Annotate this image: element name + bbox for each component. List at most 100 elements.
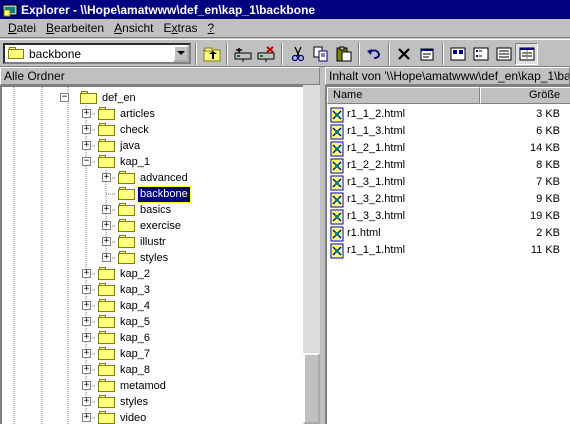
tree-item[interactable]: styles <box>118 395 150 410</box>
folder-icon <box>8 47 26 60</box>
tree-item[interactable]: basics <box>138 203 173 218</box>
file-list[interactable]: Name Größe r1_1_2.html 3 KB r1_1_3.html 6 K… <box>325 85 570 424</box>
expand-icon[interactable]: + <box>82 397 91 406</box>
tree-item[interactable]: articles <box>118 107 157 122</box>
undo-icon <box>366 49 380 59</box>
folder-tree[interactable]: − def_en + articles + check + java − kap_1 + advanc… <box>0 85 320 424</box>
menu-item[interactable]: Bearbeiten <box>41 20 109 37</box>
large-icons-button[interactable] <box>446 43 469 65</box>
folder-icon <box>80 91 98 104</box>
expand-icon[interactable]: + <box>82 269 91 278</box>
tree-item[interactable]: kap_4 <box>118 299 152 314</box>
disconnect-network-drive-button[interactable] <box>254 43 277 65</box>
html-file-icon <box>329 209 345 225</box>
tree-item[interactable]: kap_6 <box>118 331 152 346</box>
address-text: backbone <box>29 46 82 61</box>
expand-icon[interactable]: + <box>82 285 91 294</box>
contents-header: Inhalt von '\\Hope\amatwww\def_en\kap_1\… <box>325 67 570 85</box>
window-title: Explorer - \\Hope\amatwww\def_en\kap_1\b… <box>21 2 316 17</box>
expand-icon[interactable]: + <box>102 237 111 246</box>
tree-item[interactable]: kap_3 <box>118 283 152 298</box>
file-row[interactable]: r1_3_1.html 7 KB <box>327 174 570 191</box>
collapse-icon[interactable]: − <box>82 157 91 166</box>
up-one-level-button[interactable] <box>200 43 223 65</box>
html-file-icon <box>329 192 345 208</box>
tree-item[interactable]: kap_2 <box>118 267 152 282</box>
undo-button[interactable] <box>362 43 385 65</box>
up-folder-icon <box>203 47 220 62</box>
title-bar[interactable]: Explorer - \\Hope\amatwww\def_en\kap_1\b… <box>0 0 570 19</box>
file-row[interactable]: r1_2_2.html 8 KB <box>327 157 570 174</box>
file-row[interactable]: r1_1_1.html 11 KB <box>327 242 570 259</box>
tree-item[interactable]: video <box>118 411 148 424</box>
tree-item[interactable]: kap_7 <box>118 347 152 362</box>
menu-item[interactable]: Extras <box>158 20 202 37</box>
folder-icon <box>98 107 116 120</box>
tree-item[interactable]: check <box>118 123 151 138</box>
tree-item[interactable]: def_en <box>100 91 138 106</box>
copy-button[interactable] <box>309 43 332 65</box>
html-file-icon <box>329 158 345 174</box>
column-header-size[interactable]: Größe <box>480 87 570 104</box>
folder-icon <box>118 187 136 200</box>
details-view-button[interactable] <box>515 43 538 65</box>
file-row[interactable]: r1_1_3.html 6 KB <box>327 123 570 140</box>
file-row[interactable]: r1_2_1.html 14 KB <box>327 140 570 157</box>
delete-button[interactable] <box>392 43 415 65</box>
expand-icon[interactable]: + <box>82 413 91 422</box>
tree-item[interactable]: styles <box>138 251 170 266</box>
chevron-down-icon[interactable] <box>173 45 189 62</box>
file-name: r1_2_1.html <box>347 142 406 154</box>
cut-button[interactable] <box>286 43 309 65</box>
expand-icon[interactable]: + <box>82 365 91 374</box>
folder-icon <box>98 395 116 408</box>
tree-item[interactable]: metamod <box>118 379 168 394</box>
tree-item[interactable]: backbone <box>137 186 191 203</box>
file-row[interactable]: r1_1_2.html 3 KB <box>327 106 570 123</box>
tree-item[interactable]: exercise <box>138 219 183 234</box>
file-size: 9 KB <box>536 193 560 205</box>
folder-icon <box>118 203 136 216</box>
expand-icon[interactable]: + <box>102 221 111 230</box>
html-file-icon <box>329 124 345 140</box>
address-combo[interactable]: backbone <box>3 43 191 64</box>
list-view-icon <box>496 47 511 61</box>
expand-icon[interactable]: + <box>82 381 91 390</box>
tree-item[interactable]: kap_8 <box>118 363 152 378</box>
tree-item[interactable]: kap_1 <box>118 155 152 170</box>
collapse-icon[interactable]: − <box>60 93 69 102</box>
menu-item[interactable]: ? <box>203 20 220 37</box>
tree-item[interactable]: illustr <box>138 235 168 250</box>
expand-icon[interactable]: + <box>82 301 91 310</box>
column-header-name[interactable]: Name <box>327 87 480 104</box>
list-view-button[interactable] <box>492 43 515 65</box>
all-folders-header: Alle Ordner <box>0 67 320 85</box>
folder-icon <box>118 171 136 184</box>
paste-button[interactable] <box>332 43 355 65</box>
tree-item[interactable]: kap_5 <box>118 315 152 330</box>
file-name: r1_3_1.html <box>347 176 406 188</box>
expand-icon[interactable]: + <box>82 109 91 118</box>
properties-button[interactable] <box>415 43 438 65</box>
expand-icon[interactable]: + <box>82 317 91 326</box>
expand-icon[interactable]: + <box>82 333 91 342</box>
expand-icon[interactable]: + <box>102 205 111 214</box>
tree-item[interactable]: advanced <box>138 171 190 186</box>
small-icons-button[interactable] <box>469 43 492 65</box>
expand-icon[interactable]: + <box>102 173 111 182</box>
expand-icon[interactable]: + <box>82 141 91 150</box>
expand-icon[interactable]: + <box>82 125 91 134</box>
expand-icon[interactable]: + <box>82 349 91 358</box>
file-size: 3 KB <box>536 108 560 120</box>
tree-item[interactable]: java <box>118 139 142 154</box>
file-row[interactable]: r1_3_2.html 9 KB <box>327 191 570 208</box>
menu-item[interactable]: Ansicht <box>109 20 158 37</box>
map-network-drive-button[interactable] <box>231 43 254 65</box>
menu-item[interactable]: Datei <box>3 20 41 37</box>
file-row[interactable]: r1_3_3.html 19 KB <box>327 208 570 225</box>
copy-icon <box>313 46 327 62</box>
expand-icon[interactable]: + <box>102 253 111 262</box>
file-row[interactable]: r1.html 2 KB <box>327 225 570 242</box>
scrollbar-thumb[interactable] <box>303 353 320 424</box>
tree-scrollbar[interactable] <box>303 85 320 424</box>
